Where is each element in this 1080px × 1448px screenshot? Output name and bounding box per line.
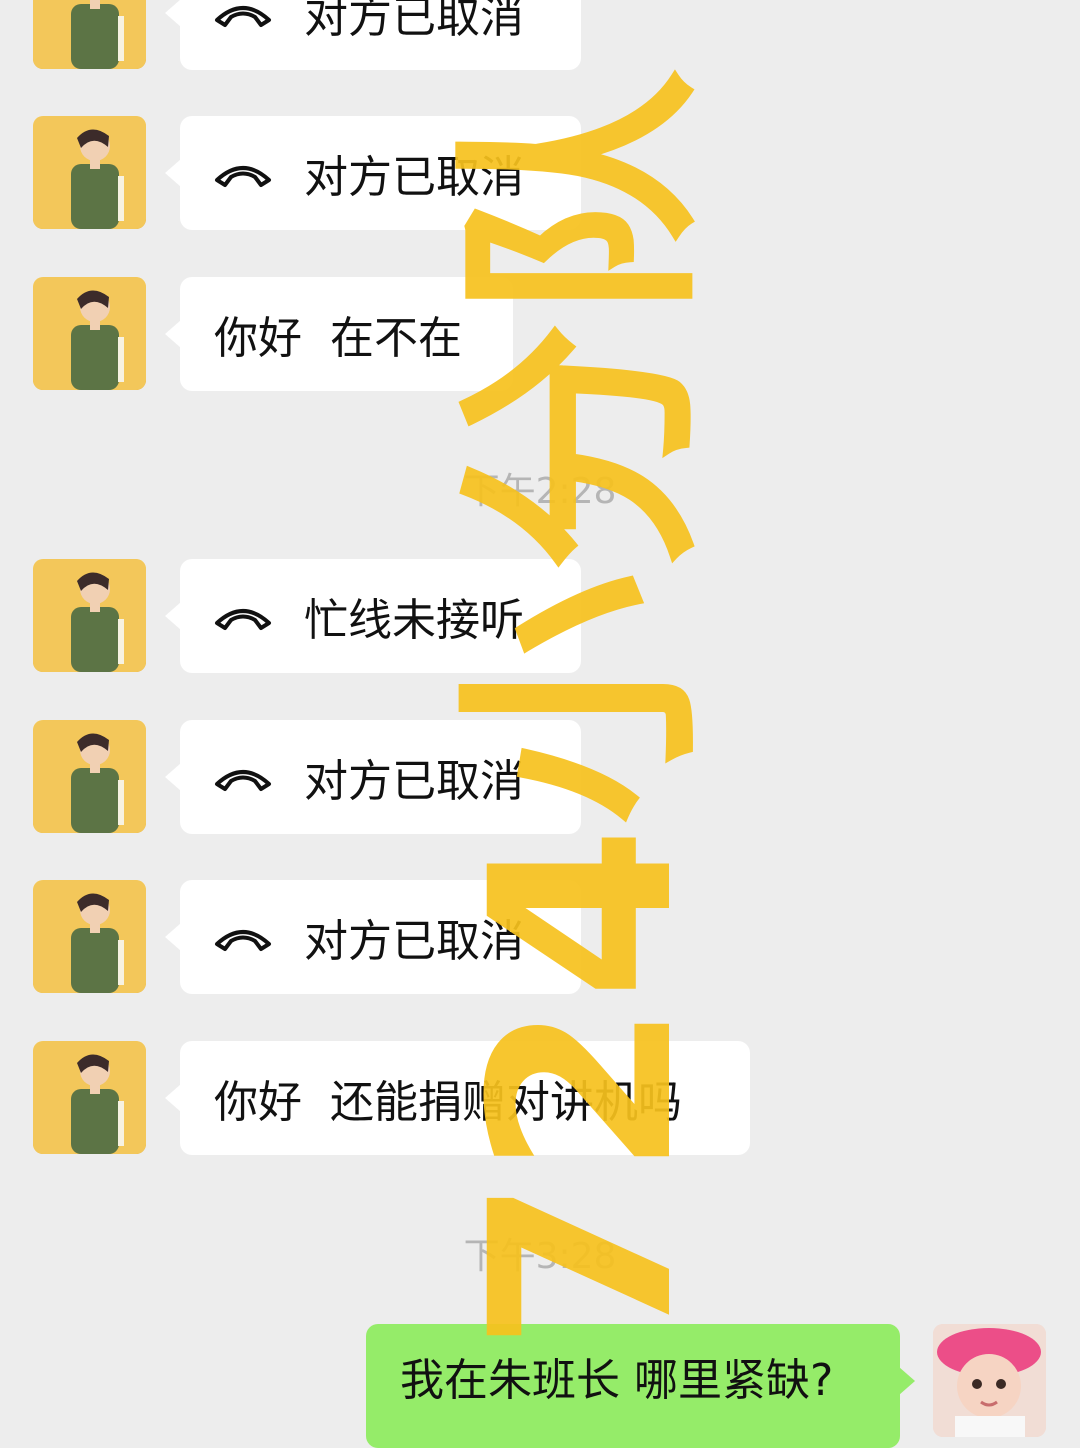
message-text: 你好 在不在 xyxy=(214,313,462,364)
text-message-bubble[interactable]: 你好 在不在 xyxy=(165,277,513,391)
phone-hangup-icon xyxy=(214,922,272,952)
contact-avatar[interactable] xyxy=(33,880,146,993)
call-status-text: 对方已取消 xyxy=(304,756,524,807)
contact-avatar[interactable] xyxy=(33,559,146,672)
text-message-bubble[interactable]: 你好 还能捐赠对讲机吗 xyxy=(165,1041,750,1155)
call-status-text: 对方已取消 xyxy=(304,152,524,203)
message-text: 你好 还能捐赠对讲机吗 xyxy=(214,1077,682,1128)
call-status-text: 忙线未接听 xyxy=(304,595,524,646)
watermark-text: 724小分队 xyxy=(437,68,728,1352)
phone-hangup-icon xyxy=(214,762,272,792)
call-status-text: 对方已取消 xyxy=(304,916,524,967)
chat-timestamp: 下午2:28 xyxy=(463,471,617,512)
phone-hangup-icon xyxy=(214,0,272,28)
call-record-bubble[interactable]: 忙线未接听 xyxy=(165,559,581,673)
call-status-text: 对方已取消 xyxy=(304,0,524,43)
my-avatar[interactable] xyxy=(933,1324,1046,1437)
call-record-bubble[interactable]: 对方已取消 xyxy=(165,116,581,230)
phone-hangup-icon xyxy=(214,601,272,631)
call-record-bubble[interactable]: 对方已取消 xyxy=(165,880,581,994)
call-record-bubble[interactable]: 对方已取消 xyxy=(165,0,581,70)
contact-avatar[interactable] xyxy=(33,277,146,390)
contact-avatar[interactable] xyxy=(33,0,146,69)
contact-avatar[interactable] xyxy=(33,116,146,229)
contact-avatar[interactable] xyxy=(33,1041,146,1154)
chat-timestamp: 下午3:28 xyxy=(463,1236,617,1277)
phone-hangup-icon xyxy=(214,158,272,188)
message-text: 我在朱班长 哪里紧缺? xyxy=(400,1355,834,1406)
my-message-bubble[interactable]: 我在朱班长 哪里紧缺? xyxy=(366,1324,915,1448)
contact-avatar[interactable] xyxy=(33,720,146,833)
call-record-bubble[interactable]: 对方已取消 xyxy=(165,720,581,834)
